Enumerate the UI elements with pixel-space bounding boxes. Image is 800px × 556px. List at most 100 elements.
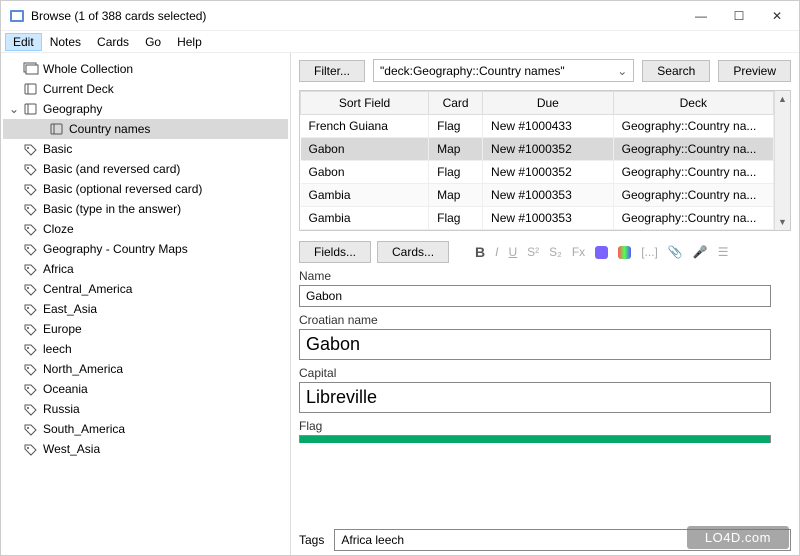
tag-icon [23, 302, 39, 316]
col-sort-field[interactable]: Sort Field [301, 92, 429, 115]
tag-icon [23, 342, 39, 356]
fields-button[interactable]: Fields... [299, 241, 371, 263]
field-input-flag[interactable] [299, 435, 771, 443]
table-cell: Map [429, 184, 483, 207]
sidebar-item[interactable]: West_Asia [3, 439, 288, 459]
attach-icon[interactable]: 📎 [668, 245, 683, 259]
sidebar-item[interactable]: Europe [3, 319, 288, 339]
table-scrollbar[interactable]: ▲ ▼ [774, 91, 790, 230]
field-label-croatian: Croatian name [299, 313, 771, 327]
table-cell: Map [429, 138, 483, 161]
menu-edit[interactable]: Edit [5, 33, 42, 51]
bold-icon[interactable]: B [475, 244, 485, 260]
close-button[interactable]: ✕ [767, 9, 787, 23]
col-deck[interactable]: Deck [613, 92, 773, 115]
table-row[interactable]: GambiaMapNew #1000353Geography::Country … [301, 184, 774, 207]
scroll-down-icon[interactable]: ▼ [778, 214, 787, 230]
table-cell: Gabon [301, 138, 429, 161]
sidebar-item[interactable]: Current Deck [3, 79, 288, 99]
table-row[interactable]: GabonFlagNew #1000352Geography::Country … [301, 161, 774, 184]
preview-button[interactable]: Preview [718, 60, 791, 82]
search-combo[interactable]: "deck:Geography::Country names" ⌄ [373, 59, 634, 82]
minimize-button[interactable]: — [691, 9, 711, 23]
main-panel: Filter... "deck:Geography::Country names… [291, 53, 799, 555]
tag-icon [23, 182, 39, 196]
sidebar-item[interactable]: Russia [3, 399, 288, 419]
col-due[interactable]: Due [483, 92, 614, 115]
sidebar-item-label: leech [43, 342, 72, 356]
tag-icon [23, 322, 39, 336]
sidebar-item[interactable]: Cloze [3, 219, 288, 239]
card-table: Sort Field Card Due Deck French GuianaFl… [299, 90, 791, 231]
tag-icon [23, 442, 39, 456]
sidebar-item[interactable]: North_America [3, 359, 288, 379]
record-icon[interactable]: 🎤 [693, 245, 708, 259]
field-label-capital: Capital [299, 366, 771, 380]
tag-icon [23, 162, 39, 176]
sidebar-item-label: Russia [43, 402, 80, 416]
text-color-icon[interactable] [595, 246, 608, 259]
chevron-down-icon: ⌄ [617, 64, 627, 78]
sidebar-item[interactable]: Africa [3, 259, 288, 279]
table-row[interactable]: GambiaFlagNew #1000353Geography::Country… [301, 207, 774, 230]
cloze-icon[interactable]: [...] [641, 245, 658, 259]
table-row[interactable]: GabonMapNew #1000352Geography::Country n… [301, 138, 774, 161]
tag-icon [23, 422, 39, 436]
search-value: "deck:Geography::Country names" [380, 64, 565, 78]
tag-icon [23, 282, 39, 296]
clear-format-icon[interactable]: Fx [572, 245, 585, 259]
table-cell: Gambia [301, 207, 429, 230]
chevron-icon[interactable]: ⌄ [9, 102, 19, 116]
sidebar-item[interactable]: East_Asia [3, 299, 288, 319]
italic-icon[interactable]: I [495, 245, 498, 259]
sidebar-item[interactable]: Oceania [3, 379, 288, 399]
sidebar-item-label: East_Asia [43, 302, 97, 316]
sidebar-item[interactable]: Basic (and reversed card) [3, 159, 288, 179]
sidebar-item[interactable]: Country names [3, 119, 288, 139]
underline-icon[interactable]: U [509, 245, 518, 259]
menu-notes[interactable]: Notes [42, 33, 89, 51]
sidebar-item[interactable]: Basic (optional reversed card) [3, 179, 288, 199]
highlight-color-icon[interactable] [618, 246, 631, 259]
sidebar-item-label: Basic [43, 142, 72, 156]
search-button[interactable]: Search [642, 60, 710, 82]
sidebar-item[interactable]: Central_America [3, 279, 288, 299]
tag-icon [23, 262, 39, 276]
titlebar: Browse (1 of 388 cards selected) — ☐ ✕ [1, 1, 799, 31]
menu-go[interactable]: Go [137, 33, 169, 51]
more-icon[interactable]: ☰ [718, 245, 729, 259]
sidebar-item-label: Geography - Country Maps [43, 242, 188, 256]
subscript-icon[interactable]: S₂ [549, 245, 562, 259]
tag-icon [23, 202, 39, 216]
sidebar-item-label: Basic (and reversed card) [43, 162, 180, 176]
menubar: Edit Notes Cards Go Help [1, 31, 799, 53]
table-cell: New #1000353 [483, 207, 614, 230]
sidebar-item[interactable]: Basic (type in the answer) [3, 199, 288, 219]
superscript-icon[interactable]: S² [527, 245, 539, 259]
scroll-up-icon[interactable]: ▲ [778, 91, 787, 107]
sidebar-item[interactable]: Basic [3, 139, 288, 159]
sidebar-item[interactable]: Whole Collection [3, 59, 288, 79]
menu-help[interactable]: Help [169, 33, 210, 51]
sidebar-item[interactable]: Geography - Country Maps [3, 239, 288, 259]
sidebar-item[interactable]: leech [3, 339, 288, 359]
col-card[interactable]: Card [429, 92, 483, 115]
table-cell: Gambia [301, 184, 429, 207]
table-row[interactable]: French GuianaFlagNew #1000433Geography::… [301, 115, 774, 138]
sidebar-item-label: South_America [43, 422, 125, 436]
field-input-name[interactable] [299, 285, 771, 307]
table-cell: New #1000352 [483, 138, 614, 161]
window-title: Browse (1 of 388 cards selected) [31, 9, 691, 23]
maximize-button[interactable]: ☐ [729, 9, 749, 23]
filter-button[interactable]: Filter... [299, 60, 365, 82]
sidebar-item[interactable]: South_America [3, 419, 288, 439]
field-input-croatian[interactable] [299, 329, 771, 360]
sidebar-item-label: Oceania [43, 382, 88, 396]
sidebar-item[interactable]: ⌄Geography [3, 99, 288, 119]
table-cell: Geography::Country na... [613, 138, 773, 161]
sidebar-item-label: Central_America [43, 282, 132, 296]
cards-button[interactable]: Cards... [377, 241, 449, 263]
field-input-capital[interactable] [299, 382, 771, 413]
app-icon [9, 8, 25, 24]
menu-cards[interactable]: Cards [89, 33, 137, 51]
